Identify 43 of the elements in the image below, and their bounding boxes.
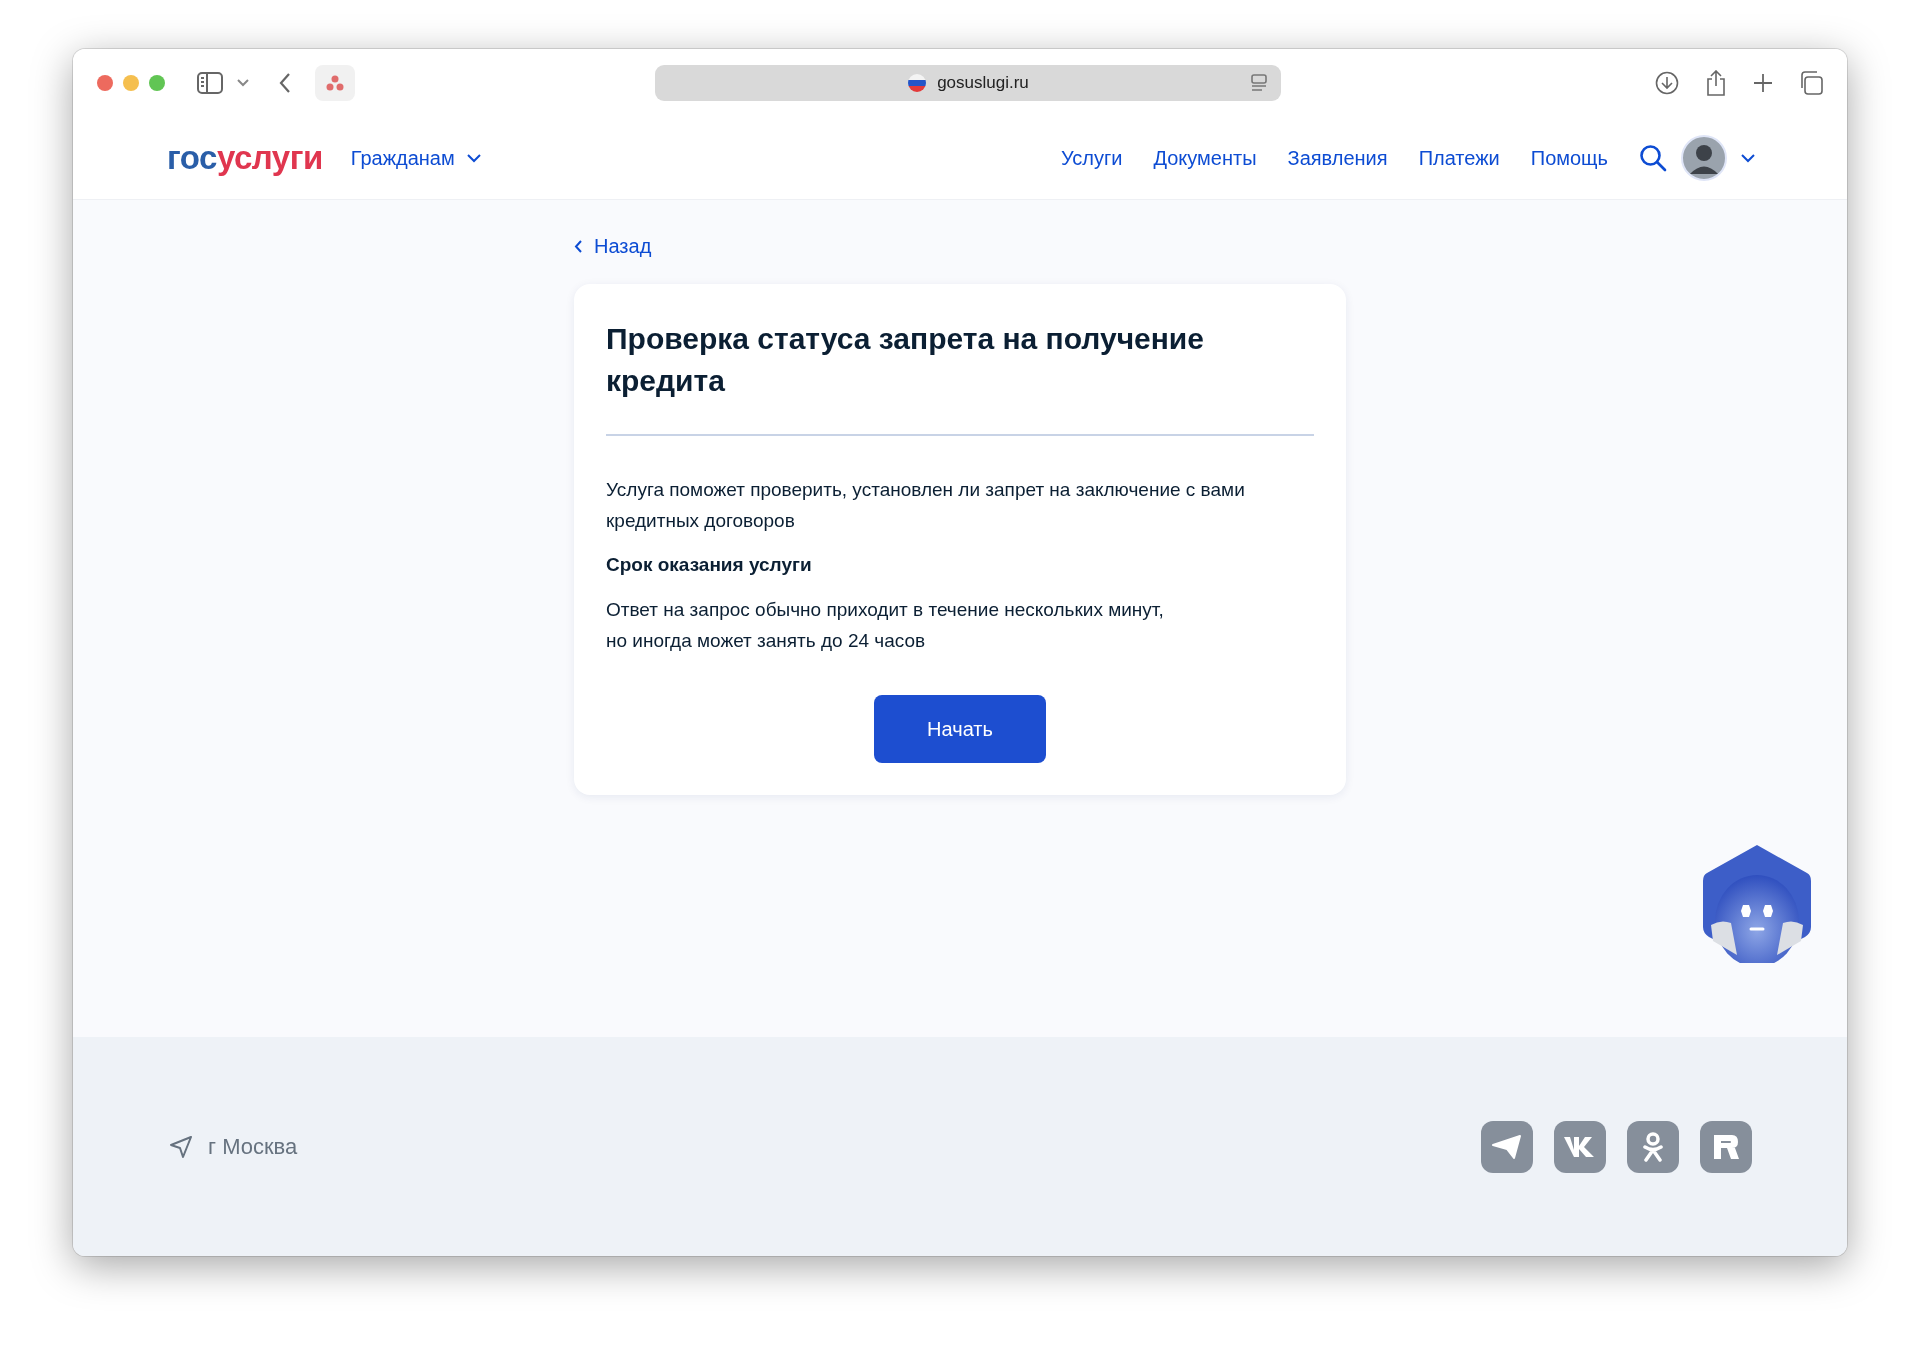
nav-link[interactable]: Помощь: [1530, 146, 1608, 170]
nav-link[interactable]: Платежи: [1418, 146, 1500, 170]
nav-link[interactable]: Заявления: [1287, 146, 1388, 170]
social-link[interactable]: [1627, 1120, 1679, 1173]
nav-link[interactable]: Услуги: [1060, 146, 1123, 170]
social-link[interactable]: [1481, 1120, 1533, 1173]
tabs-icon[interactable]: [1799, 71, 1823, 95]
download-icon[interactable]: [1655, 71, 1679, 95]
chevron-down-icon[interactable]: [1741, 153, 1755, 163]
service-description: Услуга поможет проверить, установлен ли запрет на заключение с вами кредитных договоров: [606, 478, 1246, 533]
social-link[interactable]: [1700, 1120, 1752, 1173]
close-button[interactable]: [97, 75, 113, 91]
chevron-down-icon[interactable]: [237, 79, 249, 87]
chevron-left-icon: [574, 240, 582, 253]
card-title: Проверка статуса запрета на получение кредита: [606, 321, 1205, 399]
address-bar[interactable]: gosuslugi.ru: [655, 65, 1281, 101]
social-logo-icon: [1563, 1135, 1597, 1158]
back-icon[interactable]: [279, 73, 291, 93]
search-icon[interactable]: [1639, 144, 1667, 172]
section-heading: Срок оказания услуги: [606, 553, 813, 577]
reader-icon[interactable]: [1251, 74, 1267, 92]
extension-button[interactable]: [315, 65, 355, 101]
chat-robot-icon[interactable]: [1701, 843, 1813, 963]
back-link[interactable]: Назад: [574, 235, 652, 258]
audience-dropdown[interactable]: Гражданам: [350, 146, 481, 170]
logo[interactable]: госуслуги: [167, 139, 323, 177]
location-link[interactable]: г Москва: [170, 1133, 298, 1160]
plus-icon[interactable]: [1753, 73, 1773, 93]
flag-icon: [907, 73, 928, 93]
dots-icon: [326, 75, 344, 91]
nav-link[interactable]: Документы: [1153, 146, 1257, 170]
location-arrow-icon: [170, 1135, 192, 1158]
avatar[interactable]: [1681, 135, 1727, 181]
social-link[interactable]: [1554, 1120, 1606, 1173]
start-button[interactable]: Начать: [874, 695, 1046, 763]
sidebar-icon[interactable]: [197, 72, 223, 94]
chevron-down-icon: [466, 153, 481, 163]
term-text: Ответ на запрос обычно приходит в течение нескольких минут, но иногда может занять до 24 часов: [606, 598, 1165, 653]
social-logo-icon: [1642, 1131, 1664, 1162]
share-icon[interactable]: [1705, 70, 1727, 96]
social-logo-icon: [1712, 1133, 1740, 1160]
location-text: г Москва: [208, 1133, 298, 1160]
paper-plane-icon: [1492, 1133, 1522, 1160]
